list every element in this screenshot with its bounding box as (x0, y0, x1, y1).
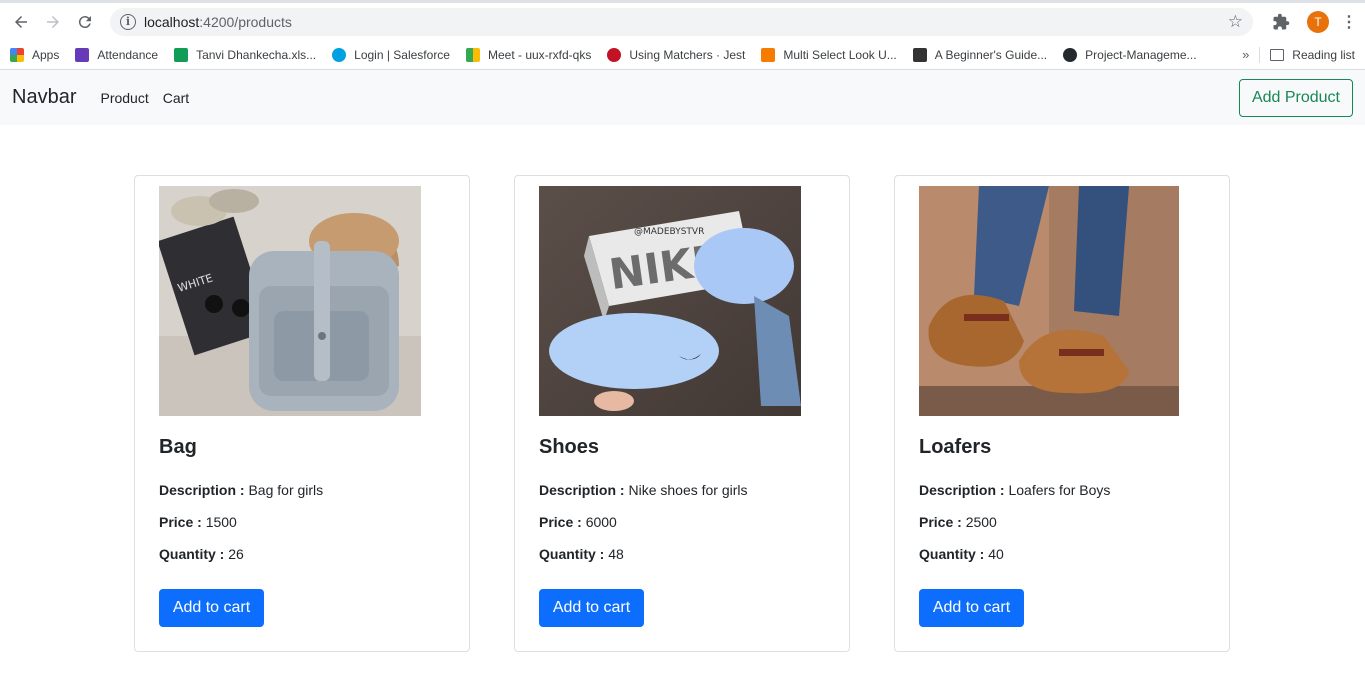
product-description: Description : Nike shoes for girls (539, 482, 748, 498)
reading-list-label: Reading list (1292, 47, 1355, 62)
description-value: Loafers for Boys (1008, 482, 1111, 498)
bookmark-salesforce[interactable]: Login | Salesforce (332, 47, 450, 62)
price-value: 2500 (965, 514, 997, 530)
bookmark-label: Tanvi Dhankecha.xls... (196, 47, 317, 62)
url-text[interactable]: localhost:4200/products (144, 14, 1228, 30)
product-card: Loafers Description : Loafers for Boys P… (894, 175, 1230, 652)
quantity-value: 26 (228, 546, 244, 562)
jest-icon (607, 47, 622, 62)
bookmark-label: Multi Select Look U... (783, 47, 897, 62)
more-bookmarks-chevron-icon[interactable]: » (1242, 47, 1249, 62)
github-icon (1063, 47, 1078, 62)
back-arrow-icon[interactable] (8, 9, 34, 35)
bookmark-label: Apps (32, 47, 60, 62)
bookmark-guide[interactable]: A Beginner's Guide... (912, 47, 1048, 62)
product-quantity: Quantity : 40 (919, 546, 1004, 562)
apps-grid-icon (10, 47, 24, 62)
nav-link-product[interactable]: Product (100, 90, 148, 106)
quantity-value: 48 (608, 546, 624, 562)
product-image-loafers (919, 186, 1179, 416)
price-label: Price : (159, 514, 202, 530)
app-navbar: Navbar Product Cart Add Product (0, 70, 1365, 125)
product-description: Description : Loafers for Boys (919, 482, 1110, 498)
navbar-brand[interactable]: Navbar (12, 86, 76, 109)
description-label: Description : (539, 482, 625, 498)
product-card: NIKE @MADEBYSTVR Shoes Description : Nik… (514, 175, 850, 652)
bookmark-label: Login | Salesforce (354, 47, 450, 62)
quantity-label: Quantity : (919, 546, 985, 562)
product-price: Price : 6000 (539, 514, 617, 530)
sheets-icon (174, 47, 189, 62)
bookmark-label: Using Matchers · Jest (629, 47, 746, 62)
quantity-value: 40 (988, 546, 1004, 562)
forms-icon (75, 47, 90, 62)
reading-list[interactable]: Reading list (1270, 48, 1355, 62)
blogger-icon (761, 47, 776, 62)
product-quantity: Quantity : 48 (539, 546, 624, 562)
description-label: Description : (159, 482, 245, 498)
browser-toolbar: i localhost:4200/products ☆ T ⋮ (0, 0, 1365, 40)
price-value: 6000 (585, 514, 617, 530)
quantity-label: Quantity : (159, 546, 225, 562)
bookmark-label: Meet - uux-rxfd-qks (487, 47, 592, 62)
url-path: :4200/products (199, 13, 292, 30)
product-image-shoes: NIKE @MADEBYSTVR (539, 186, 801, 416)
price-label: Price : (919, 514, 962, 530)
add-to-cart-button[interactable]: Add to cart (539, 589, 644, 627)
quantity-label: Quantity : (539, 546, 605, 562)
product-image-bag: WHITE (159, 186, 421, 416)
forward-arrow-icon[interactable] (40, 9, 66, 35)
bookmark-star-icon[interactable]: ☆ (1228, 12, 1243, 32)
bookmarks-bar: Apps Attendance Tanvi Dhankecha.xls... L… (0, 40, 1365, 70)
description-label: Description : (919, 482, 1005, 498)
meet-camera-icon (465, 47, 480, 62)
product-card: WHITE Bag Description : Bag for girls Pr… (134, 175, 470, 652)
product-name: Bag (159, 436, 197, 458)
product-price: Price : 1500 (159, 514, 237, 530)
extensions-puzzle-icon[interactable] (1271, 12, 1291, 32)
add-to-cart-button[interactable]: Add to cart (919, 589, 1024, 627)
profile-avatar[interactable]: T (1307, 10, 1329, 33)
product-quantity: Quantity : 26 (159, 546, 244, 562)
price-value: 1500 (205, 514, 237, 530)
nav-link-cart[interactable]: Cart (163, 90, 189, 106)
url-host: localhost (144, 13, 200, 30)
stack-layers-icon (912, 47, 927, 62)
product-price: Price : 2500 (919, 514, 997, 530)
salesforce-cloud-icon (332, 47, 347, 62)
bookmark-jest[interactable]: Using Matchers · Jest (607, 47, 746, 62)
product-list: WHITE Bag Description : Bag for girls Pr… (0, 125, 1365, 695)
divider (1259, 46, 1261, 63)
bookmark-apps[interactable]: Apps (10, 47, 60, 62)
reload-icon[interactable] (72, 9, 98, 35)
site-info-icon[interactable]: i (120, 13, 136, 30)
description-value: Bag for girls (248, 482, 324, 498)
description-value: Nike shoes for girls (628, 482, 748, 498)
add-to-cart-button[interactable]: Add to cart (159, 589, 264, 627)
bookmark-meet[interactable]: Meet - uux-rxfd-qks (465, 47, 592, 62)
bookmark-label: A Beginner's Guide... (934, 47, 1048, 62)
bookmark-label: Attendance (97, 47, 159, 62)
image-watermark: @MADEBYSTVR (634, 227, 704, 237)
address-bar[interactable]: i localhost:4200/products ☆ (110, 7, 1253, 36)
product-name: Loafers (919, 436, 992, 458)
bookmark-attendance[interactable]: Attendance (75, 47, 159, 62)
product-name: Shoes (539, 436, 600, 458)
price-label: Price : (539, 514, 582, 530)
reading-list-icon (1270, 48, 1285, 61)
bookmark-label: Project-Manageme... (1085, 47, 1197, 62)
product-description: Description : Bag for girls (159, 482, 323, 498)
bookmark-sheet[interactable]: Tanvi Dhankecha.xls... (174, 47, 317, 62)
more-menu-icon[interactable]: ⋮ (1341, 12, 1357, 32)
add-product-button[interactable]: Add Product (1238, 79, 1353, 117)
bookmark-github[interactable]: Project-Manageme... (1063, 47, 1197, 62)
bookmark-blogger[interactable]: Multi Select Look U... (761, 47, 897, 62)
